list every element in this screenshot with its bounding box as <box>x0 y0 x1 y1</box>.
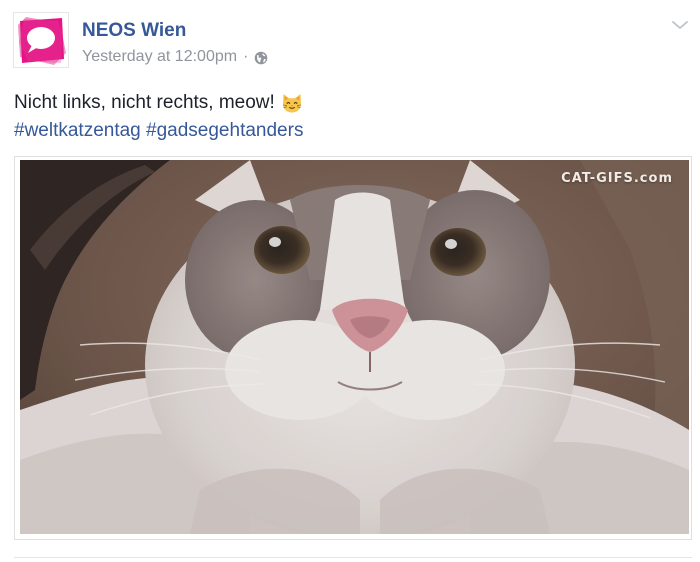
cat-face-emoji <box>281 92 303 114</box>
post-message: Nicht links, nicht rechts, meow! <box>14 92 303 114</box>
hashtag-link[interactable]: #gadsegehtanders <box>146 120 303 141</box>
post-divider <box>14 557 692 558</box>
cat-photo <box>20 160 689 534</box>
facebook-post: NEOS Wien Yesterday at 12:00pm · Nicht l… <box>0 0 700 562</box>
globe-icon[interactable] <box>254 51 268 65</box>
neos-logo <box>17 16 66 65</box>
hashtag-link[interactable]: #weltkatzentag <box>14 120 141 141</box>
media-watermark: CAT-GIFS.com <box>561 171 673 186</box>
post-gif[interactable]: CAT-GIFS.com <box>20 160 689 534</box>
post-timestamp-link[interactable]: Yesterday at 12:00pm <box>82 48 237 66</box>
meta-separator: · <box>243 48 249 65</box>
page-avatar[interactable] <box>13 12 69 68</box>
post-message-text: Nicht links, nicht rechts, meow! <box>14 92 275 113</box>
page-name-link[interactable]: NEOS Wien <box>82 20 186 42</box>
chevron-down-icon[interactable] <box>670 18 690 32</box>
post-meta: Yesterday at 12:00pm · <box>82 48 268 66</box>
hashtag-list: #weltkatzentag #gadsegehtanders <box>14 120 303 142</box>
